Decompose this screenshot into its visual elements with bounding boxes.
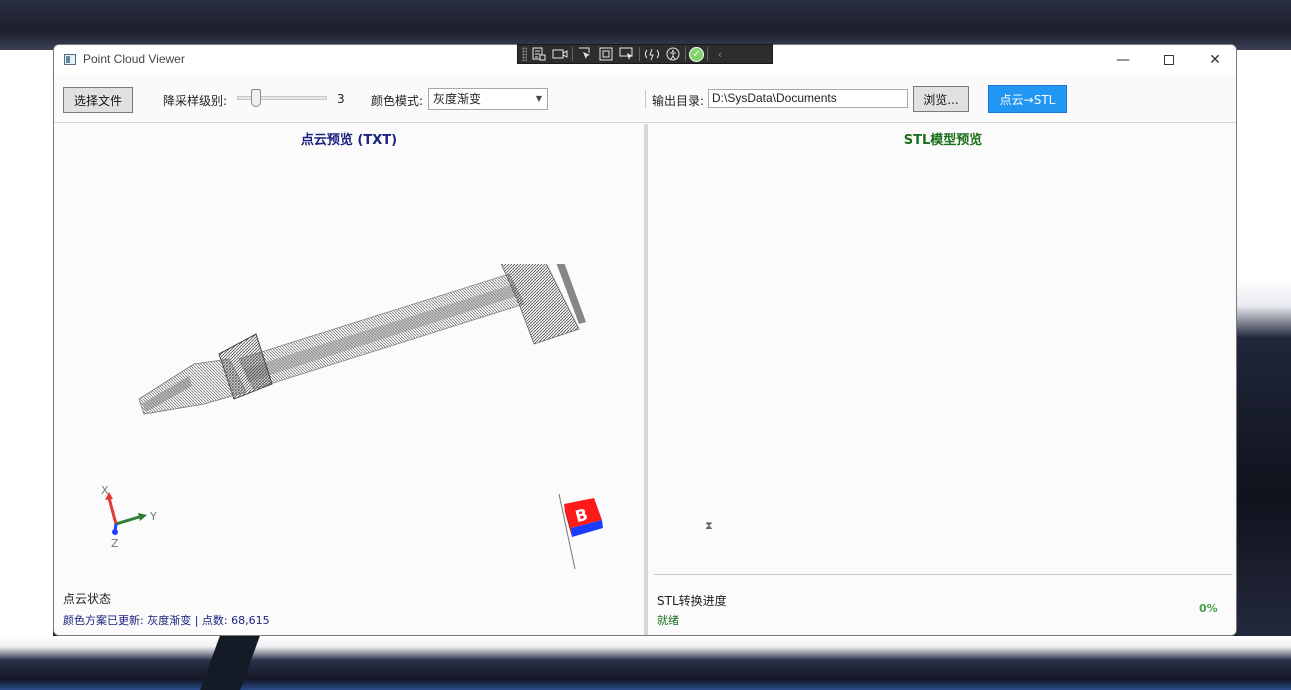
color-scheme-value: 灰度渐变 [433,92,482,106]
accessibility-icon[interactable] [664,46,682,62]
toolbar-separator [572,47,573,61]
window-title: Point Cloud Viewer [83,52,185,66]
display-adorner-icon[interactable] [597,46,615,62]
point-cloud-status-text: 颜色方案已更新: 灰度渐变 | 点数: 68,615 [63,614,270,627]
close-button[interactable]: ✕ [1192,45,1236,75]
toolbar-separator [639,47,640,61]
z-axis-dot [112,529,118,535]
hourglass-icon: ⧗ [705,519,713,532]
desktop-background-top [0,0,1291,50]
point-cloud-render[interactable] [134,264,594,434]
x-axis-line [107,497,118,525]
main-toolbar: 选择文件 降采样级别: 3 颜色模式: 灰度渐变 ▼ 输出目录: D:\SysD… [54,75,1236,123]
stl-status-text: 就绪 [657,614,679,627]
desktop-background-bottom [0,636,1291,690]
app-window: Point Cloud Viewer — ✕ 选择文件 降采样级别: 3 颜色模… [53,44,1237,636]
point-cloud-panel[interactable]: 点云预览 (TXT) X Y Z B 点云状态 颜色方案已更新: 灰度渐变 | … [54,124,644,635]
downsample-value: 3 [337,92,345,106]
axes-indicator: X Y Z [101,484,157,550]
select-element-icon[interactable] [576,46,594,62]
output-dir-label: 输出目录: [652,94,705,108]
live-tree-icon[interactable] [530,46,548,62]
y-axis-line [115,515,140,526]
binding-check-icon[interactable]: ✓ [689,46,704,62]
stl-panel-separator [654,574,1232,575]
desktop-background-left [0,50,53,690]
downsample-label: 降采样级别: [163,94,228,108]
browse-button[interactable]: 浏览... [913,86,969,112]
minimize-icon: — [1116,52,1130,68]
color-scheme-select[interactable]: 灰度渐变 ▼ [428,88,548,110]
app-icon [64,54,76,65]
toolbar-separator [685,47,686,61]
toolbar-separator [707,47,708,61]
downsample-slider[interactable] [237,89,327,107]
camera-icon[interactable] [551,46,569,62]
collapse-icon[interactable]: ‹ [711,46,729,62]
chevron-down-icon: ▼ [535,94,542,103]
hot-reload-icon[interactable] [643,46,661,62]
desktop-background-right [1237,50,1291,690]
color-scheme-label: 颜色模式: [371,94,424,108]
y-axis-arrow [138,513,147,521]
maximize-button[interactable] [1146,45,1192,75]
minimize-button[interactable]: — [1100,45,1146,75]
axis-y-label: Y [149,510,157,523]
stl-progress-percent: 0% [1199,602,1218,615]
select-file-button[interactable]: 选择文件 [63,87,133,113]
point-cloud-shaft-highlight [244,284,517,382]
axis-z-label: Z [111,537,119,550]
stl-preview-panel[interactable]: STL模型预览 ⧗ STL转换进度 就绪 0% [648,124,1236,635]
maximize-icon [1164,55,1174,65]
output-dir-input[interactable]: D:\SysData\Documents [708,89,908,108]
toolbar-grip-icon[interactable] [522,47,527,61]
axis-x-label: X [101,484,109,497]
orientation-cube[interactable]: B [549,484,619,574]
xaml-debug-toolbar[interactable]: ✓ ‹ [517,44,773,64]
track-focus-icon[interactable] [618,46,636,62]
point-cloud-status-title: 点云状态 [63,592,112,606]
slider-thumb[interactable] [251,89,261,107]
convert-to-stl-button[interactable]: 点云→STL [988,85,1067,113]
close-icon: ✕ [1209,52,1221,68]
point-cloud-panel-title: 点云预览 (TXT) [300,133,398,148]
toolbar-separator [645,90,646,108]
stl-progress-title: STL转换进度 [657,594,727,608]
stl-panel-title: STL模型预览 [903,133,983,148]
